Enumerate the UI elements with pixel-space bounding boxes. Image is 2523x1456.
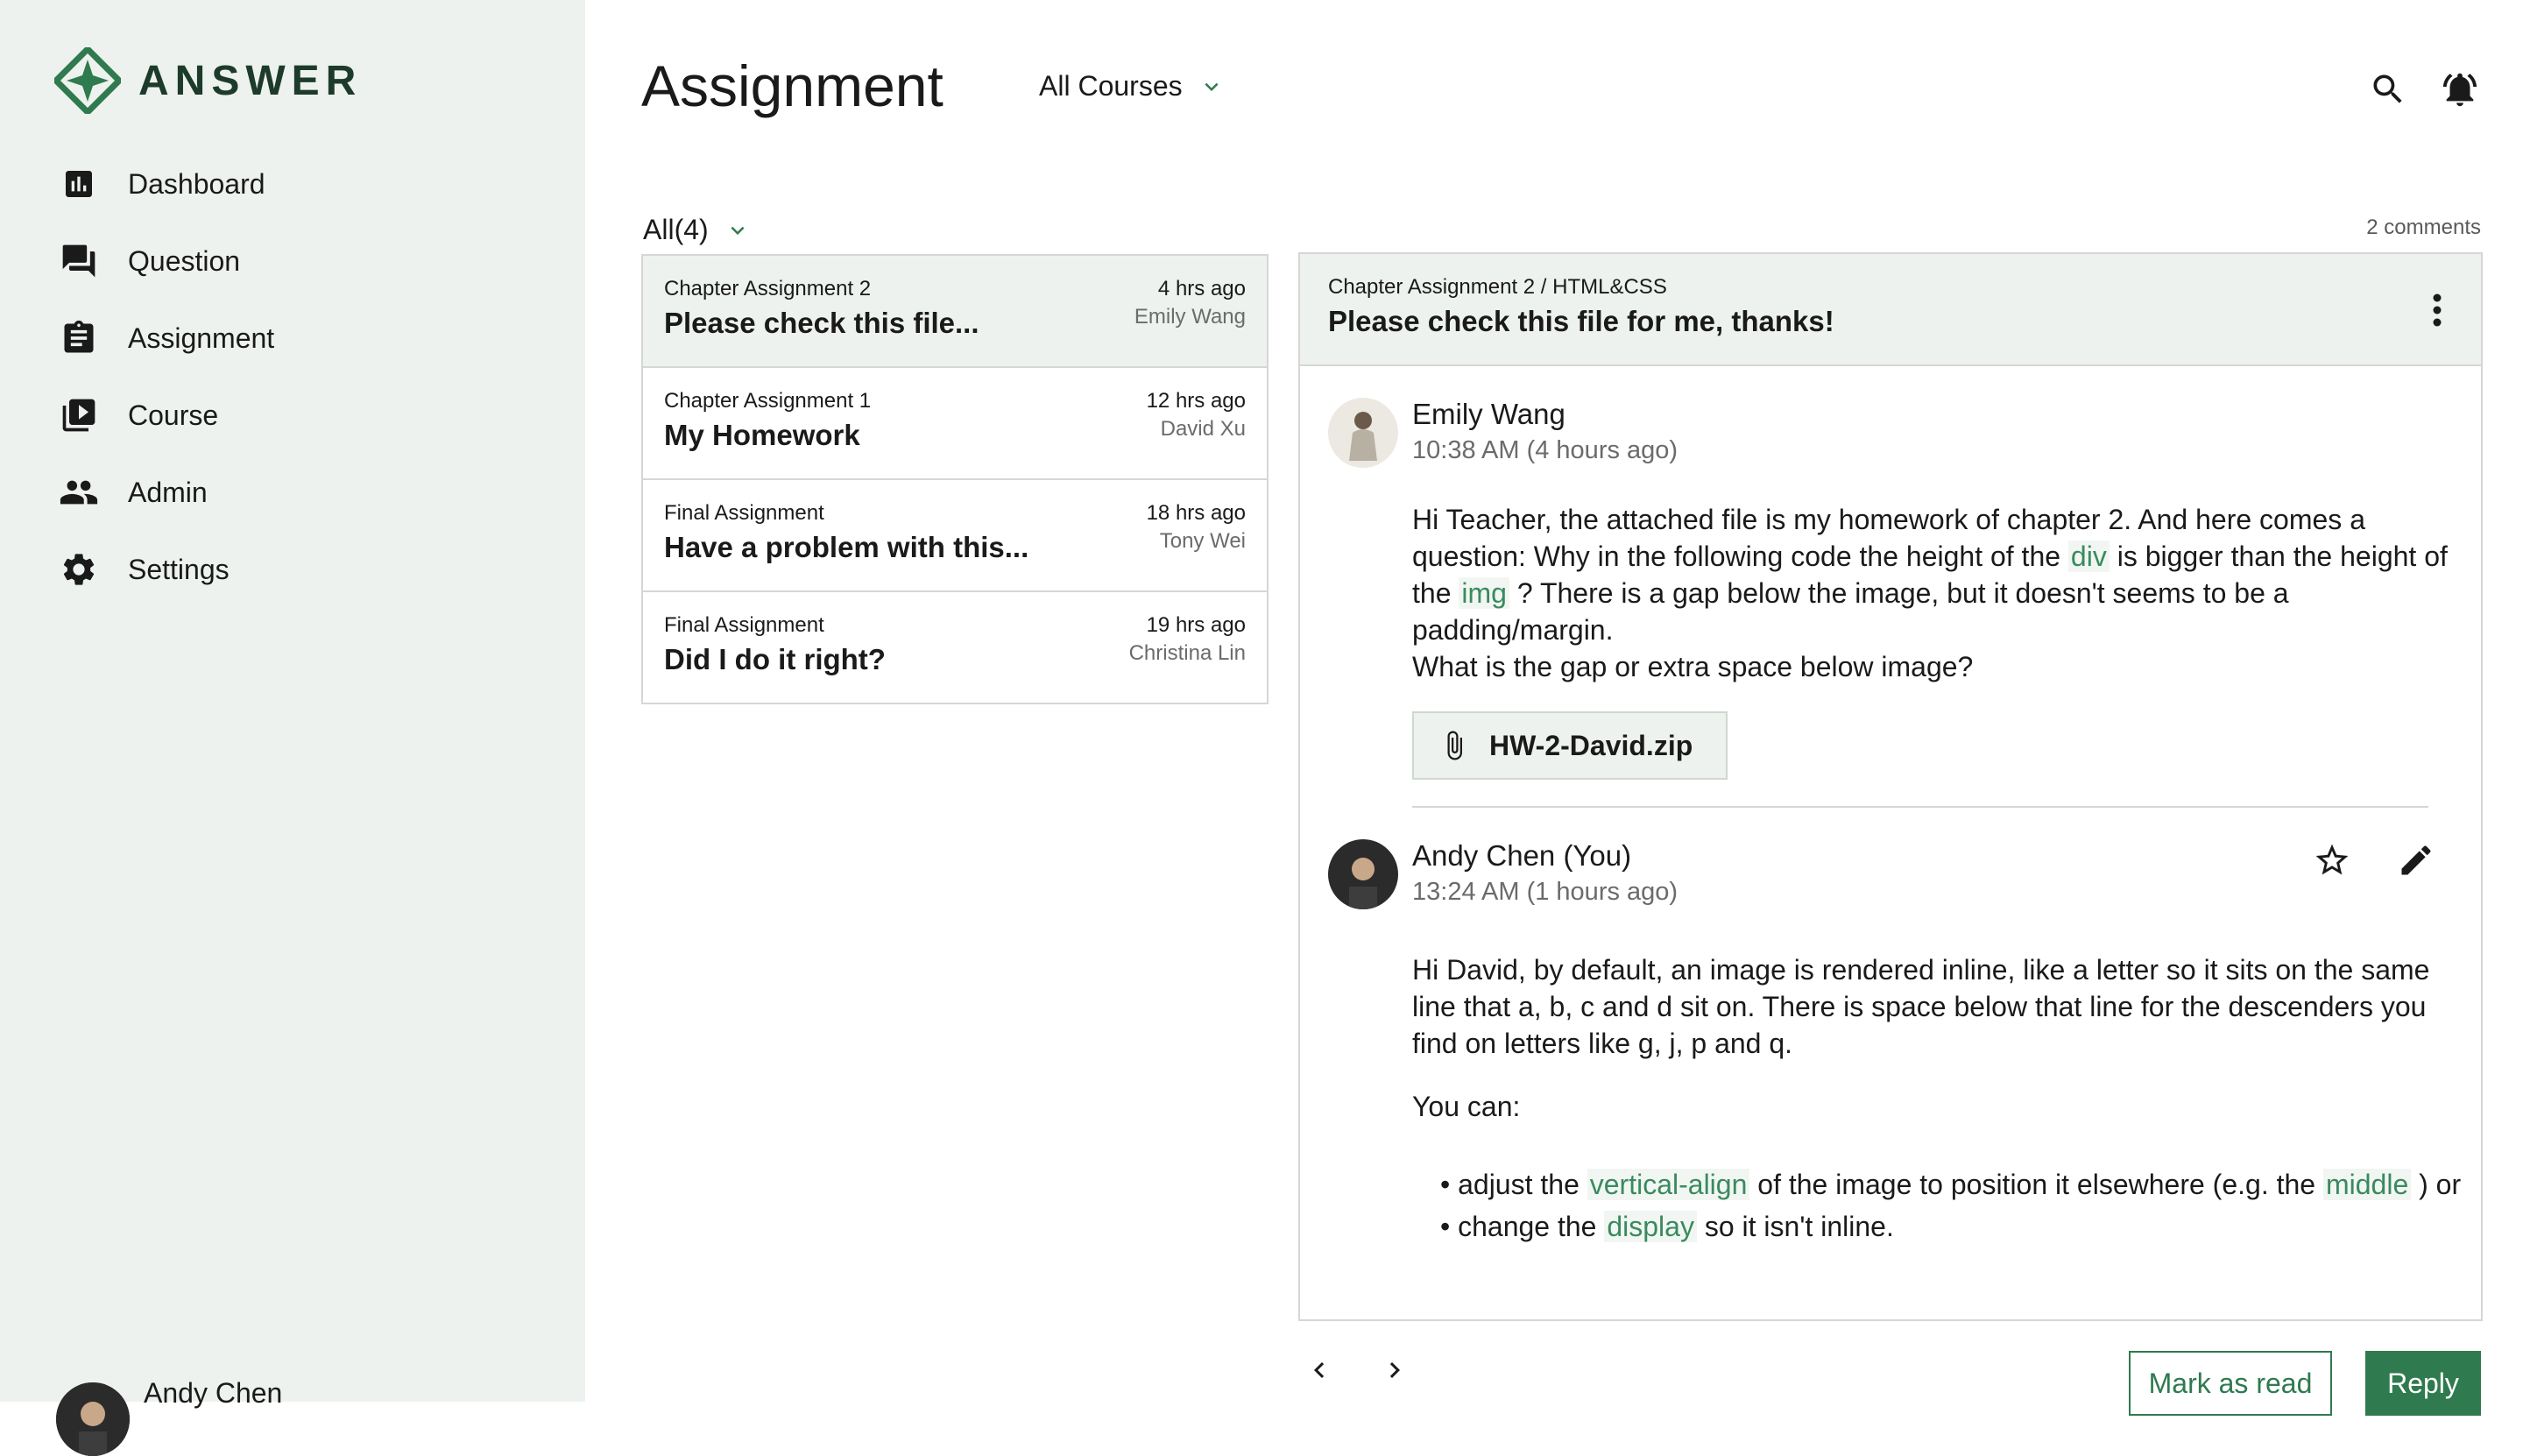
post-text: of the image to position it elsewhere (e… [1749, 1169, 2323, 1200]
page-title: Assignment [641, 53, 943, 118]
paperclip-icon [1447, 731, 1462, 760]
sidebar-item-label: Assignment [128, 322, 275, 354]
sidebar-item-settings[interactable]: Settings [58, 543, 230, 596]
list-item-time: 4 hrs ago [1157, 277, 1246, 300]
list-item-title: Have a problem with this... [664, 531, 1029, 563]
post-divider [1412, 806, 2428, 808]
reply-bullet-list: • adjust the vertical-align of the image… [1440, 1163, 2491, 1247]
user-name: Andy Chen [144, 1376, 283, 1409]
breadcrumb: Chapter Assignment 2 / HTML&CSS [1328, 275, 1667, 299]
post-time: 10:38 AM (4 hours ago) [1412, 436, 1678, 464]
list-item[interactable]: Final Assignment Did I do it right? 19 h… [643, 592, 1267, 703]
mark-as-read-button[interactable]: Mark as read [2129, 1351, 2332, 1416]
assignment-detail: Chapter Assignment 2 / HTML&CSS Please c… [1298, 252, 2483, 1321]
gear-icon [58, 548, 100, 590]
list-item-author: Christina Lin [1128, 641, 1246, 665]
attachment-file[interactable]: HW-2-David.zip [1412, 711, 1728, 780]
post-text: so it isn't inline. [1696, 1211, 1894, 1242]
list-item-time: 18 hrs ago [1146, 501, 1246, 525]
sidebar-item-assignment[interactable]: Assignment [58, 312, 274, 364]
prev-page-button[interactable] [1298, 1349, 1340, 1391]
sidebar-item-dashboard[interactable]: Dashboard [58, 158, 265, 210]
list-item[interactable]: Chapter Assignment 1 My Homework 12 hrs … [643, 368, 1267, 480]
post-body: Hi Teacher, the attached file is my home… [1412, 501, 2455, 685]
detail-title: Please check this file for me, thanks! [1328, 305, 1834, 337]
course-filter-label: All Courses [1039, 70, 1183, 102]
logo-icon [54, 47, 121, 114]
course-filter-dropdown[interactable]: All Courses [1039, 70, 1225, 102]
chevron-right-icon [1389, 1362, 1400, 1378]
bar-chart-icon [58, 163, 100, 205]
post-text: • change the [1440, 1211, 1605, 1242]
more-vert-icon[interactable] [2428, 289, 2446, 331]
sidebar-item-admin[interactable]: Admin [58, 466, 208, 519]
sidebar-item-label: Course [128, 399, 219, 431]
list-item[interactable]: Chapter Assignment 2 Please check this f… [643, 256, 1267, 368]
assignment-filter-dropdown[interactable]: All(4) [643, 214, 751, 246]
post-author: Andy Chen (You) [1412, 839, 1632, 872]
list-item-title: Please check this file... [664, 307, 979, 339]
chevron-left-icon [1314, 1362, 1325, 1378]
inline-code: img [1459, 577, 1509, 609]
bell-icon[interactable] [2439, 68, 2481, 110]
list-item-title: Did I do it right? [664, 643, 886, 675]
inline-code: div [2067, 541, 2110, 572]
post-text: What is the gap or extra space below ima… [1412, 651, 1974, 682]
post-text: • adjust the [1440, 1169, 1587, 1200]
list-item-author: David Xu [1160, 417, 1246, 441]
sidebar-item-course[interactable]: Course [58, 389, 218, 442]
sidebar-item-label: Dashboard [128, 167, 265, 200]
attachment-name: HW-2-David.zip [1489, 729, 1693, 761]
inline-code: display [1604, 1211, 1697, 1242]
inline-code: vertical-align [1587, 1169, 1750, 1200]
comments-count: 2 comments [2366, 216, 2481, 239]
app-logo[interactable]: ANSWER [54, 47, 362, 114]
list-item-course: Chapter Assignment 1 [664, 389, 872, 413]
list-item-time: 19 hrs ago [1146, 613, 1246, 637]
list-item: • adjust the vertical-align of the image… [1440, 1163, 2491, 1205]
post-author: Emily Wang [1412, 398, 1565, 430]
chevron-down-icon [1205, 82, 1219, 91]
app-name: ANSWER [138, 57, 363, 104]
avatar [56, 1382, 130, 1456]
reply-button[interactable]: Reply [2365, 1351, 2481, 1416]
sidebar-item-label: Admin [128, 476, 208, 508]
list-item-course: Chapter Assignment 2 [664, 277, 872, 300]
post-body: Hi David, by default, an image is render… [1412, 951, 2455, 1062]
list-item-author: Emily Wang [1134, 305, 1246, 329]
avatar [1328, 398, 1398, 468]
search-icon[interactable] [2367, 68, 2409, 110]
star-icon[interactable] [2311, 839, 2353, 881]
post-text: ? There is a gap below the image, but it… [1412, 577, 2289, 646]
video-library-icon [58, 394, 100, 436]
edit-icon[interactable] [2395, 839, 2437, 881]
sidebar-item-question[interactable]: Question [58, 235, 240, 287]
list-item-time: 12 hrs ago [1146, 389, 1246, 413]
post-time: 13:24 AM (1 hours ago) [1412, 878, 1678, 906]
assignment-list: Chapter Assignment 2 Please check this f… [641, 254, 1269, 704]
list-item: • change the display so it isn't inline. [1440, 1205, 2491, 1247]
post-text: Hi David, by default, an image is render… [1412, 954, 2430, 1059]
list-item-title: My Homework [664, 419, 860, 451]
chevron-down-icon [731, 226, 745, 235]
detail-header: Chapter Assignment 2 / HTML&CSS Please c… [1300, 254, 2481, 366]
sidebar: ANSWER Dashboard Question Assignment Cou… [0, 0, 585, 1456]
avatar [1328, 839, 1398, 909]
sidebar-item-label: Settings [128, 553, 230, 585]
filter-label: All(4) [643, 214, 709, 245]
current-user[interactable]: Andy Chen [56, 1367, 283, 1456]
next-page-button[interactable] [1374, 1349, 1416, 1391]
list-item-course: Final Assignment [664, 501, 824, 525]
forum-icon [58, 240, 100, 282]
inline-code: middle [2322, 1169, 2412, 1200]
post-text: ) or [2411, 1169, 2462, 1200]
post-body: You can: [1412, 1088, 2455, 1125]
list-item-author: Tony Wei [1159, 529, 1246, 553]
list-item-course: Final Assignment [664, 613, 824, 637]
sidebar-item-label: Question [128, 244, 241, 277]
people-icon [58, 471, 100, 513]
list-item[interactable]: Final Assignment Have a problem with thi… [643, 480, 1267, 592]
clipboard-icon [58, 317, 100, 359]
post-text: You can: [1412, 1091, 1521, 1122]
